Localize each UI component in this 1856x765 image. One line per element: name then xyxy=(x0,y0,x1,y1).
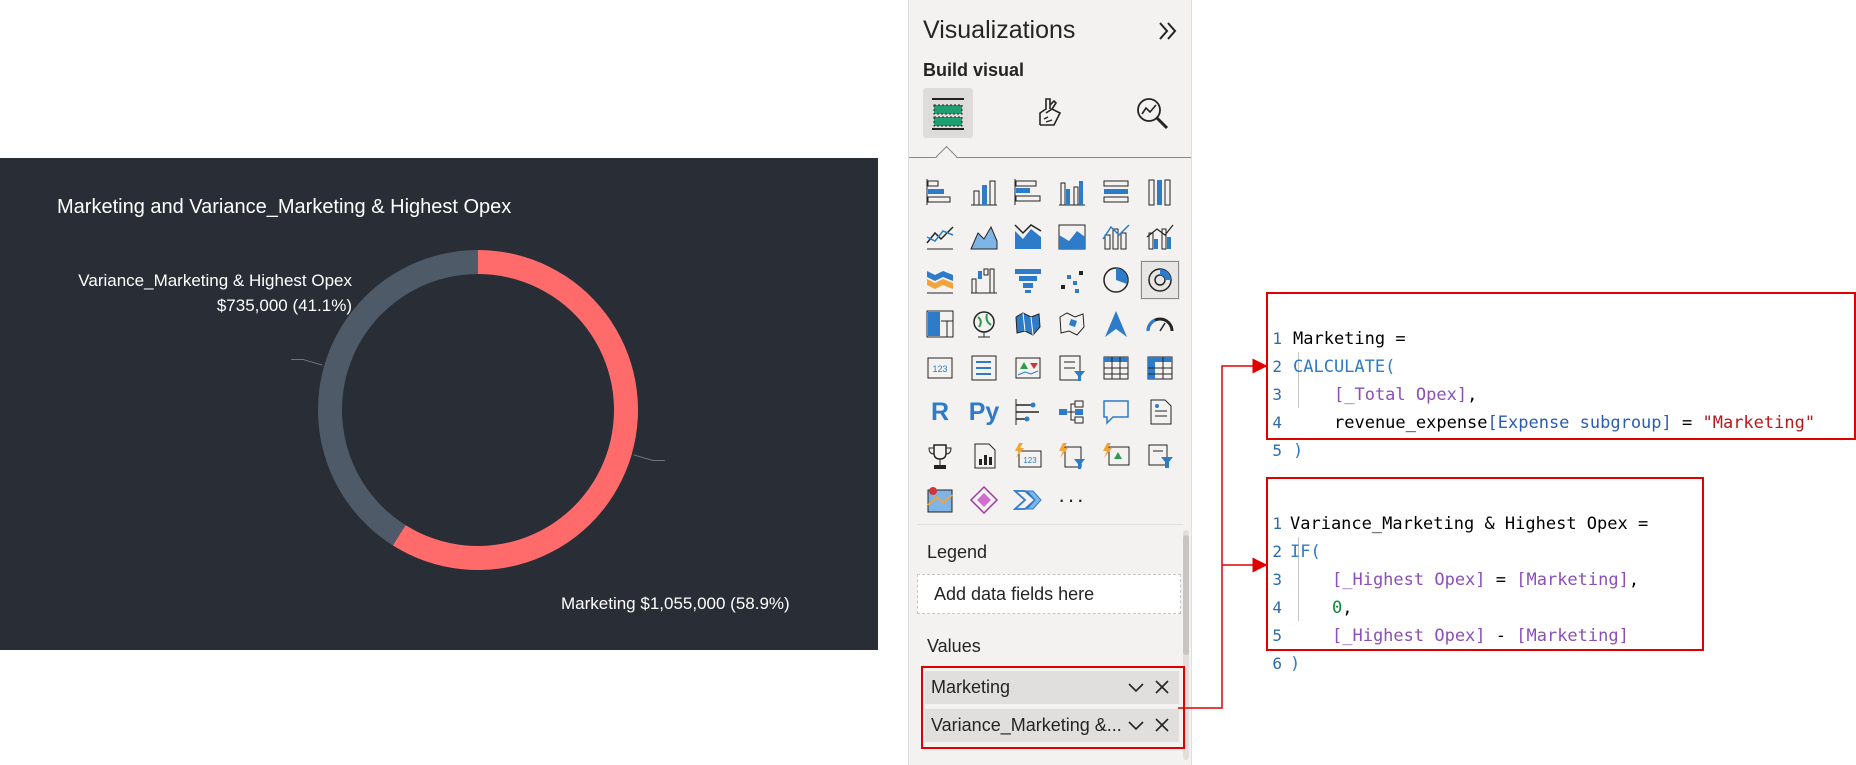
clustered-bar-chart-icon[interactable] xyxy=(1008,172,1048,212)
donut-chart-visual[interactable]: Marketing and Variance_Marketing & Highe… xyxy=(0,158,878,650)
treemap-icon[interactable] xyxy=(920,304,960,344)
100-stacked-column-chart-icon[interactable] xyxy=(1140,172,1180,212)
analytics-magnifier-icon xyxy=(1137,98,1169,130)
azure-map-icon[interactable] xyxy=(1096,304,1136,344)
map-globe-icon[interactable] xyxy=(964,304,1004,344)
smart-narrative-icon[interactable] xyxy=(1140,392,1180,432)
code-box-marketing: 1 Marketing = 2 CALCULATE( 3 [_Total Opex],… xyxy=(1266,292,1856,461)
kpi-icon[interactable] xyxy=(1008,348,1048,388)
power-automate-slicer-icon[interactable] xyxy=(1052,436,1092,476)
r-script-visual-icon[interactable]: R xyxy=(920,392,960,432)
values-highlight-box xyxy=(921,666,1185,749)
legend-well-label: Legend xyxy=(927,542,988,562)
power-apps-card-icon[interactable]: 123 xyxy=(1008,436,1048,476)
tab-build-visual[interactable] xyxy=(923,88,973,138)
qa-speech-bubble-icon[interactable] xyxy=(1096,392,1136,432)
code-line-2: 2 IF( xyxy=(1272,542,1321,562)
tab-active-notch xyxy=(935,145,958,168)
waterfall-chart-icon[interactable] xyxy=(964,260,1004,300)
filled-map-icon[interactable] xyxy=(1008,304,1048,344)
area-chart-icon[interactable] xyxy=(964,216,1004,256)
arcgis-map-icon[interactable] xyxy=(920,480,960,520)
code-line-1: 1 Variance_Marketing & Highest Opex = xyxy=(1272,514,1649,534)
shape-map-icon[interactable] xyxy=(1052,304,1092,344)
code-line-5: 5) xyxy=(1272,441,1304,461)
multi-row-card-icon[interactable] xyxy=(964,348,1004,388)
data-label-variance-value: $735,000 (41.1%) xyxy=(216,296,352,315)
donut-slice-marketing[interactable] xyxy=(392,250,639,570)
visual-type-gallery: 123 R Py 123 ··· xyxy=(920,172,1184,524)
stacked-column-chart-icon[interactable] xyxy=(964,172,1004,212)
table-icon[interactable] xyxy=(1096,348,1136,388)
clustered-column-chart-icon[interactable] xyxy=(1052,172,1092,212)
power-automate-icon[interactable] xyxy=(1008,480,1048,520)
stacked-area-chart-icon[interactable] xyxy=(1008,216,1048,256)
code-box-variance: 1 Variance_Marketing & Highest Opex = 2 IF… xyxy=(1266,477,1704,674)
line-and-stacked-column-chart-icon[interactable] xyxy=(1096,216,1136,256)
power-automate-filter-icon[interactable] xyxy=(1140,436,1180,476)
slicer-icon[interactable] xyxy=(1052,348,1092,388)
svg-text:123: 123 xyxy=(932,364,947,374)
power-apps-icon[interactable] xyxy=(964,480,1004,520)
python-visual-icon[interactable]: Py xyxy=(964,392,1004,432)
data-label-variance: Variance_Marketing & Highest Opex $735,0… xyxy=(78,268,352,318)
build-visual-icon xyxy=(932,98,964,130)
code-line-3: 3 [_Total Opex], xyxy=(1272,385,1478,405)
tab-analytics[interactable] xyxy=(1127,88,1177,138)
gauge-icon[interactable] xyxy=(1140,304,1180,344)
paginated-report-icon[interactable] xyxy=(964,436,1004,476)
code-line-3: 3 [_Highest Opex] = [Marketing], xyxy=(1272,570,1640,590)
format-brush-icon xyxy=(1039,98,1062,126)
ribbon-chart-icon[interactable] xyxy=(920,260,960,300)
data-label-variance-name: Variance_Marketing & Highest Opex xyxy=(78,271,352,290)
pie-chart-icon[interactable] xyxy=(1096,260,1136,300)
stacked-bar-chart-icon[interactable] xyxy=(920,172,960,212)
code-line-1: 1 Marketing = xyxy=(1272,329,1406,349)
code-line-6: 6) xyxy=(1272,654,1301,674)
line-and-clustered-column-chart-icon[interactable] xyxy=(1140,216,1180,256)
legend-drop-zone[interactable]: Add data fields here xyxy=(917,574,1181,614)
section-separator xyxy=(917,524,1183,525)
leader-line-1 xyxy=(291,359,323,366)
metrics-trophy-icon[interactable] xyxy=(920,436,960,476)
donut-chart-icon[interactable] xyxy=(1140,260,1180,300)
card-icon[interactable]: 123 xyxy=(920,348,960,388)
code-line-4: 4 revenue_expense[Expense subgroup] = "Ma… xyxy=(1272,413,1816,433)
100-stacked-bar-chart-icon[interactable] xyxy=(1096,172,1136,212)
scrollbar-thumb[interactable] xyxy=(1183,535,1189,655)
pane-title: Visualizations xyxy=(923,16,1076,44)
funnel-chart-icon[interactable] xyxy=(1008,260,1048,300)
code-line-5: 5 [_Highest Opex] - [Marketing] xyxy=(1272,626,1629,646)
code-line-2: 2 CALCULATE( xyxy=(1272,357,1396,377)
collapse-pane-icon[interactable] xyxy=(1155,18,1181,44)
line-chart-icon[interactable] xyxy=(920,216,960,256)
data-label-marketing: Marketing $1,055,000 (58.9%) xyxy=(561,594,790,613)
chart-title: Marketing and Variance_Marketing & Highe… xyxy=(57,196,512,218)
donut-chart-svg xyxy=(291,250,665,570)
tab-format-visual[interactable] xyxy=(1025,88,1075,138)
key-influencers-icon[interactable] xyxy=(1008,392,1048,432)
power-apps-kpi-icon[interactable] xyxy=(1096,436,1136,476)
values-well-label: Values xyxy=(927,636,981,656)
code-line-4: 4 0, xyxy=(1272,598,1353,618)
leader-line-0 xyxy=(633,454,665,461)
visualizations-pane: Visualizations Build visual 123 R Py 123… xyxy=(908,0,1192,765)
scatter-chart-icon[interactable] xyxy=(1052,260,1092,300)
decomposition-tree-icon[interactable] xyxy=(1052,392,1092,432)
build-visual-label: Build visual xyxy=(923,60,1025,80)
matrix-icon[interactable] xyxy=(1140,348,1180,388)
more-visuals-icon[interactable]: ··· xyxy=(1052,480,1092,520)
100-stacked-area-chart-icon[interactable] xyxy=(1052,216,1092,256)
svg-text:123: 123 xyxy=(1023,456,1037,465)
